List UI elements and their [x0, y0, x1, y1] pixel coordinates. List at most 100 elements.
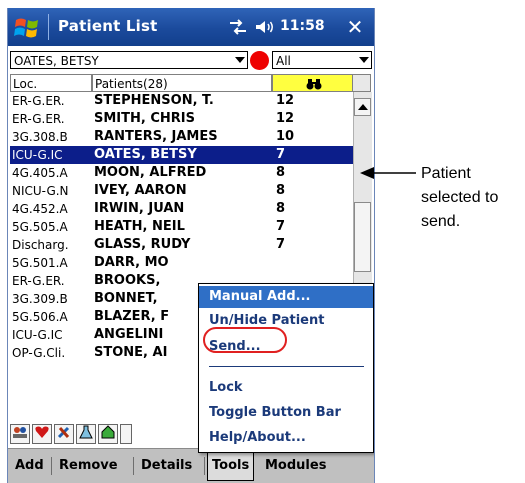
- row-location: NICU-G.N: [12, 184, 69, 198]
- scroll-thumb[interactable]: [354, 202, 371, 272]
- flask-icon[interactable]: [76, 424, 96, 444]
- row-location: 3G.308.B: [12, 130, 68, 144]
- table-row-selected[interactable]: ICU-G.IC OATES, BETSY 7: [10, 146, 353, 164]
- row-patient-name: RANTERS, JAMES: [94, 129, 218, 144]
- patient-dropdown-value: OATES, BETSY: [14, 54, 99, 68]
- row-patient-name: IRWIN, JUAN: [94, 201, 185, 216]
- status-indicator: [250, 51, 269, 70]
- row-count: 8: [276, 201, 286, 216]
- table-row[interactable]: 5G.501.A DARR, MO: [10, 254, 353, 272]
- callout-line-1: Patient: [421, 165, 471, 182]
- send-highlight-oval: [203, 327, 287, 353]
- menu-item-manual-add[interactable]: Manual Add...: [199, 286, 373, 308]
- row-count: 8: [276, 183, 286, 198]
- more-icon[interactable]: [120, 424, 132, 444]
- row-count: 12: [276, 93, 295, 108]
- row-location: ICU-G.IC: [12, 328, 63, 342]
- chevron-down-icon: [235, 57, 245, 63]
- row-location: 5G.501.A: [12, 256, 68, 270]
- title-bar: Patient List 11:58 ✕: [8, 8, 374, 46]
- clock[interactable]: 11:58: [280, 18, 325, 34]
- row-location: Discharg.: [12, 238, 69, 252]
- row-location: 3G.309.B: [12, 292, 68, 306]
- row-patient-name: DARR, MO: [94, 255, 169, 270]
- row-count: 12: [276, 111, 295, 126]
- device-screen: Patient List 11:58 ✕ OATES, BETSY All Lo…: [7, 8, 375, 483]
- icon-toolbar: [10, 424, 180, 446]
- column-header-spacer: [353, 74, 371, 92]
- column-header-tool[interactable]: [272, 74, 353, 92]
- row-count: 7: [276, 219, 286, 234]
- row-location: 5G.505.A: [12, 220, 68, 234]
- tab-tools[interactable]: Tools: [207, 451, 255, 481]
- tab-bar: Add Remove Details Tools Modules: [8, 448, 374, 483]
- row-patient-name: STEPHENSON, T.: [94, 93, 214, 108]
- tab-divider: [133, 457, 134, 475]
- column-header-loc[interactable]: Loc.: [10, 74, 92, 92]
- tab-divider: [204, 457, 205, 475]
- callout-arrow-icon: [360, 167, 416, 179]
- row-location: ER-G.ER.: [12, 112, 65, 126]
- row-count: 10: [276, 129, 295, 144]
- row-location: ICU-G.IC: [12, 148, 63, 162]
- row-patient-name: ANGELINI: [94, 327, 164, 342]
- binoculars-icon: [306, 79, 321, 90]
- heart-icon[interactable]: [32, 424, 52, 444]
- row-patient-name: BROOKS,: [94, 273, 161, 288]
- scroll-up-button[interactable]: [354, 98, 371, 116]
- close-button[interactable]: ✕: [342, 14, 368, 40]
- tab-divider: [51, 457, 52, 475]
- menu-separator: [209, 366, 364, 367]
- app-title: Patient List: [58, 17, 158, 35]
- column-header-patients[interactable]: Patients(28): [92, 74, 272, 92]
- menu-item-help-about[interactable]: Help/About...: [199, 427, 373, 449]
- tools-menu: Manual Add... Un/Hide Patient Send... Lo…: [198, 283, 374, 453]
- callout-line-2: selected to: [421, 189, 499, 206]
- table-row[interactable]: 5G.505.A HEATH, NEIL 7: [10, 218, 353, 236]
- tab-remove[interactable]: Remove: [55, 453, 122, 479]
- home-icon[interactable]: [98, 424, 118, 444]
- table-row[interactable]: 4G.452.A IRWIN, JUAN 8: [10, 200, 353, 218]
- row-location: 5G.506.A: [12, 310, 68, 324]
- tab-details[interactable]: Details: [137, 453, 196, 479]
- table-row[interactable]: Discharg. GLASS, RUDY 7: [10, 236, 353, 254]
- row-patient-name: GLASS, RUDY: [94, 237, 191, 252]
- menu-item-toggle-button-bar[interactable]: Toggle Button Bar: [199, 402, 373, 424]
- row-patient-name: MOON, ALFRED: [94, 165, 207, 180]
- windows-start-icon[interactable]: [13, 13, 41, 41]
- callout-annotation: Patient selected to send.: [421, 162, 498, 234]
- row-location: OP-G.Cli.: [12, 346, 66, 360]
- row-count: 7: [276, 237, 286, 252]
- filter-dropdown-value: All: [276, 54, 291, 68]
- title-separator: [48, 14, 49, 40]
- callout-line-3: send.: [421, 213, 461, 230]
- connectivity-icon[interactable]: [228, 18, 248, 36]
- patients-icon[interactable]: [10, 424, 30, 444]
- row-patient-name: OATES, BETSY: [94, 147, 197, 162]
- row-patient-name: BONNET,: [94, 291, 158, 306]
- selector-row: OATES, BETSY All: [8, 48, 374, 72]
- filter-dropdown[interactable]: All: [272, 51, 372, 69]
- row-patient-name: IVEY, AARON: [94, 183, 187, 198]
- row-location: 4G.405.A: [12, 166, 68, 180]
- row-location: ER-G.ER.: [12, 274, 65, 288]
- tab-add[interactable]: Add: [11, 453, 48, 479]
- tools-icon[interactable]: [54, 424, 74, 444]
- tab-modules[interactable]: Modules: [261, 453, 330, 479]
- table-row[interactable]: ER-G.ER. SMITH, CHRIS 12: [10, 110, 353, 128]
- table-row[interactable]: 4G.405.A MOON, ALFRED 8: [10, 164, 353, 182]
- table-row[interactable]: ER-G.ER. STEPHENSON, T. 12: [10, 92, 353, 110]
- chevron-down-icon: [359, 57, 369, 63]
- row-location: ER-G.ER.: [12, 94, 65, 108]
- table-row[interactable]: NICU-G.N IVEY, AARON 8: [10, 182, 353, 200]
- table-row[interactable]: 3G.308.B RANTERS, JAMES 10: [10, 128, 353, 146]
- row-patient-name: STONE, AI: [94, 345, 168, 360]
- menu-item-lock[interactable]: Lock: [199, 377, 373, 399]
- row-count: 8: [276, 165, 286, 180]
- patient-dropdown[interactable]: OATES, BETSY: [10, 51, 248, 69]
- row-location: 4G.452.A: [12, 202, 68, 216]
- row-patient-name: SMITH, CHRIS: [94, 111, 195, 126]
- row-patient-name: BLAZER, F: [94, 309, 170, 324]
- volume-icon[interactable]: [255, 18, 275, 36]
- list-header: Loc. Patients(28): [10, 74, 371, 92]
